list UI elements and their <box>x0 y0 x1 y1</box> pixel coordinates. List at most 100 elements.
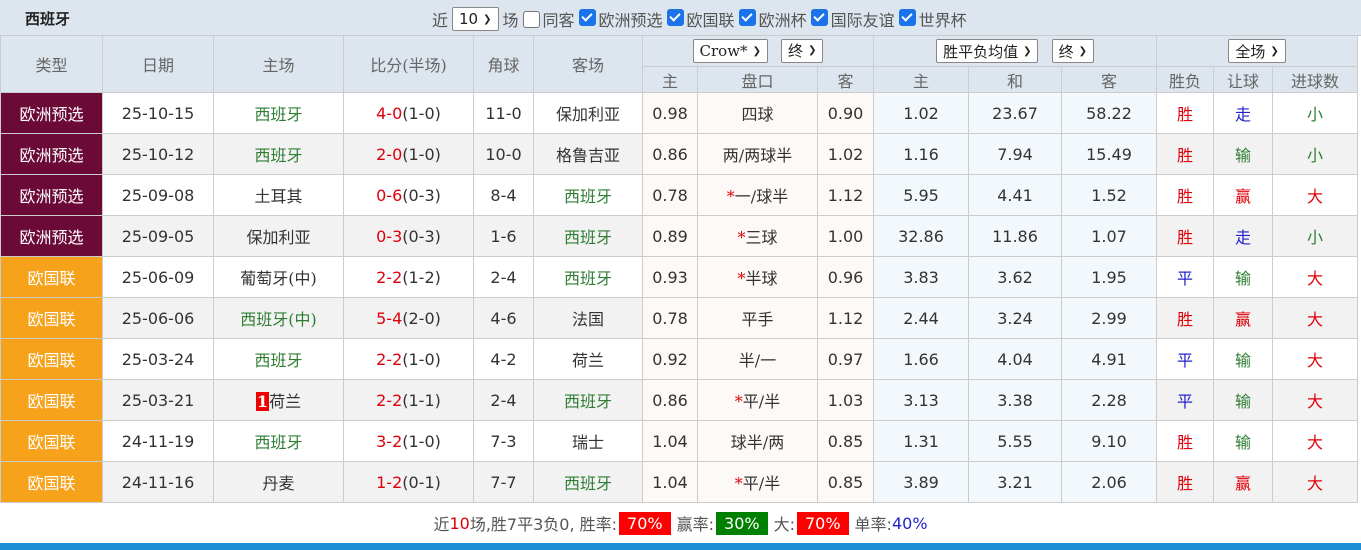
home-team[interactable]: 西班牙 <box>213 133 344 175</box>
away-team[interactable]: 西班牙 <box>533 461 643 503</box>
full-score: 5-4 <box>376 308 403 328</box>
odd-rate-value: 40% <box>891 513 928 533</box>
away-team[interactable]: 瑞士 <box>533 420 643 462</box>
competition-type[interactable]: 欧洲预选 <box>0 92 103 134</box>
eu-stage-select[interactable]: 终 ❯ <box>1051 39 1094 63</box>
match-score[interactable]: 4-0(1-0) <box>343 92 474 134</box>
full-score: 2-2 <box>376 390 403 410</box>
eu-away-odds: 2.99 <box>1060 297 1158 339</box>
match-score[interactable]: 2-2(1-1) <box>343 379 474 421</box>
period-select[interactable]: 全场 ❯ <box>1228 39 1286 63</box>
away-team[interactable]: 西班牙 <box>533 174 643 216</box>
line-value: 四球 <box>741 105 774 124</box>
away-team[interactable]: 西班牙 <box>533 379 643 421</box>
handicap-result: 输 <box>1213 256 1274 298</box>
competition-type[interactable]: 欧洲预选 <box>0 215 103 257</box>
home-team[interactable]: 土耳其 <box>213 174 344 216</box>
competition-type[interactable]: 欧国联 <box>0 420 103 462</box>
table-row[interactable]: 欧国联 25-03-21 1荷兰 2-2(1-1) 2-4 西班牙 0.86 *… <box>0 379 1359 421</box>
match-score[interactable]: 3-2(1-0) <box>343 420 474 462</box>
away-team[interactable]: 法国 <box>533 297 643 339</box>
recent-count-select[interactable]: 10 ❯ <box>452 7 499 31</box>
competition-checkbox[interactable] <box>810 9 828 26</box>
competition-type[interactable]: 欧国联 <box>0 256 103 298</box>
ah-away-odds: 0.97 <box>817 338 874 380</box>
eu-home-odds: 3.13 <box>873 379 969 421</box>
home-team[interactable]: 西班牙 <box>213 92 344 134</box>
competition-checkbox[interactable] <box>666 9 684 26</box>
handicap-result: 输 <box>1213 379 1274 421</box>
table-row[interactable]: 欧国联 24-11-16 丹麦 1-2(0-1) 7-7 西班牙 1.04 *平… <box>0 461 1359 503</box>
competition-checkbox[interactable] <box>738 9 756 26</box>
eu-company-select[interactable]: 胜平负均值 ❯ <box>936 39 1039 63</box>
corners: 11-0 <box>473 92 534 134</box>
eu-away-odds: 2.28 <box>1060 379 1158 421</box>
competition-type[interactable]: 欧国联 <box>0 379 103 421</box>
home-team[interactable]: 西班牙(中) <box>213 297 344 339</box>
away-team[interactable]: 西班牙 <box>533 215 643 257</box>
home-team[interactable]: 西班牙 <box>213 420 344 462</box>
match-score[interactable]: 0-3(0-3) <box>343 215 474 257</box>
eu-away-odds: 9.10 <box>1060 420 1158 462</box>
handicap-result: 输 <box>1213 420 1274 462</box>
competition-type[interactable]: 欧洲预选 <box>0 133 103 175</box>
table-row[interactable]: 欧洲预选 25-09-08 土耳其 0-6(0-3) 8-4 西班牙 0.78 … <box>0 174 1359 216</box>
ah-line: *一/球半 <box>697 174 818 216</box>
table-row[interactable]: 欧国联 25-03-24 西班牙 2-2(1-0) 4-2 荷兰 0.92 半/… <box>0 338 1359 380</box>
match-score[interactable]: 1-2(0-1) <box>343 461 474 503</box>
home-team[interactable]: 葡萄牙(中) <box>213 256 344 298</box>
corners: 2-4 <box>473 256 534 298</box>
competition-type[interactable]: 欧洲预选 <box>0 174 103 216</box>
eu-away-odds: 4.91 <box>1060 338 1158 380</box>
eu-stage-value: 终 <box>1058 42 1074 61</box>
match-score[interactable]: 2-2(1-0) <box>343 338 474 380</box>
table-row[interactable]: 欧洲预选 25-10-15 西班牙 4-0(1-0) 11-0 保加利亚 0.9… <box>0 92 1359 134</box>
away-team[interactable]: 保加利亚 <box>533 92 643 134</box>
match-date: 25-06-06 <box>102 297 214 339</box>
goals-result: 小 <box>1272 215 1359 257</box>
home-team[interactable]: 丹麦 <box>213 461 344 503</box>
goals-result: 大 <box>1272 461 1359 503</box>
table-row[interactable]: 欧洲预选 25-10-12 西班牙 2-0(1-0) 10-0 格鲁吉亚 0.8… <box>0 133 1359 175</box>
competition-type[interactable]: 欧国联 <box>0 297 103 339</box>
competition-type[interactable]: 欧国联 <box>0 461 103 503</box>
eu-draw-odds: 3.62 <box>968 256 1062 298</box>
line-value: 球半/两 <box>730 433 785 452</box>
ah-stage-select[interactable]: 终 ❯ <box>781 38 824 63</box>
competition-checkbox[interactable] <box>898 9 916 26</box>
match-score[interactable]: 5-4(2-0) <box>343 297 474 339</box>
away-team[interactable]: 格鲁吉亚 <box>533 133 643 175</box>
same-venue-checkbox[interactable] <box>522 10 540 28</box>
ah-company-select[interactable]: Crow* ❯ <box>692 39 768 64</box>
games-label: 场 <box>502 11 519 30</box>
handicap-result: 赢 <box>1213 461 1274 503</box>
away-team[interactable]: 西班牙 <box>533 256 643 298</box>
match-score[interactable]: 2-2(1-2) <box>343 256 474 298</box>
match-date: 24-11-19 <box>102 420 214 462</box>
goals-result: 大 <box>1272 338 1359 380</box>
match-score[interactable]: 0-6(0-3) <box>343 174 474 216</box>
competition-type[interactable]: 欧国联 <box>0 338 103 380</box>
home-team[interactable]: 1荷兰 <box>213 379 344 421</box>
ah-away-odds: 0.96 <box>817 256 874 298</box>
line-star: * <box>734 474 743 493</box>
line-value: 平手 <box>741 310 774 329</box>
handicap-result: 输 <box>1213 133 1274 175</box>
home-team[interactable]: 西班牙 <box>213 338 344 380</box>
home-team[interactable]: 保加利亚 <box>213 215 344 257</box>
eu-draw-odds: 11.86 <box>968 215 1062 257</box>
team-title: 西班牙 <box>25 10 71 28</box>
handicap-result: 赢 <box>1213 297 1274 339</box>
result: 平 <box>1156 338 1215 380</box>
match-score[interactable]: 2-0(1-0) <box>343 133 474 175</box>
col-goals-result: 进球数 <box>1272 66 1359 93</box>
eu-away-odds: 2.06 <box>1060 461 1158 503</box>
table-row[interactable]: 欧国联 25-06-09 葡萄牙(中) 2-2(1-2) 2-4 西班牙 0.9… <box>0 256 1359 298</box>
away-team[interactable]: 荷兰 <box>533 338 643 380</box>
competition-checkbox[interactable] <box>578 9 596 26</box>
col-type: 类型 <box>0 35 103 93</box>
half-score: (0-1) <box>402 472 441 492</box>
table-row[interactable]: 欧国联 24-11-19 西班牙 3-2(1-0) 7-3 瑞士 1.04 球半… <box>0 420 1359 462</box>
table-row[interactable]: 欧洲预选 25-09-05 保加利亚 0-3(0-3) 1-6 西班牙 0.89… <box>0 215 1359 257</box>
table-row[interactable]: 欧国联 25-06-06 西班牙(中) 5-4(2-0) 4-6 法国 0.78… <box>0 297 1359 339</box>
